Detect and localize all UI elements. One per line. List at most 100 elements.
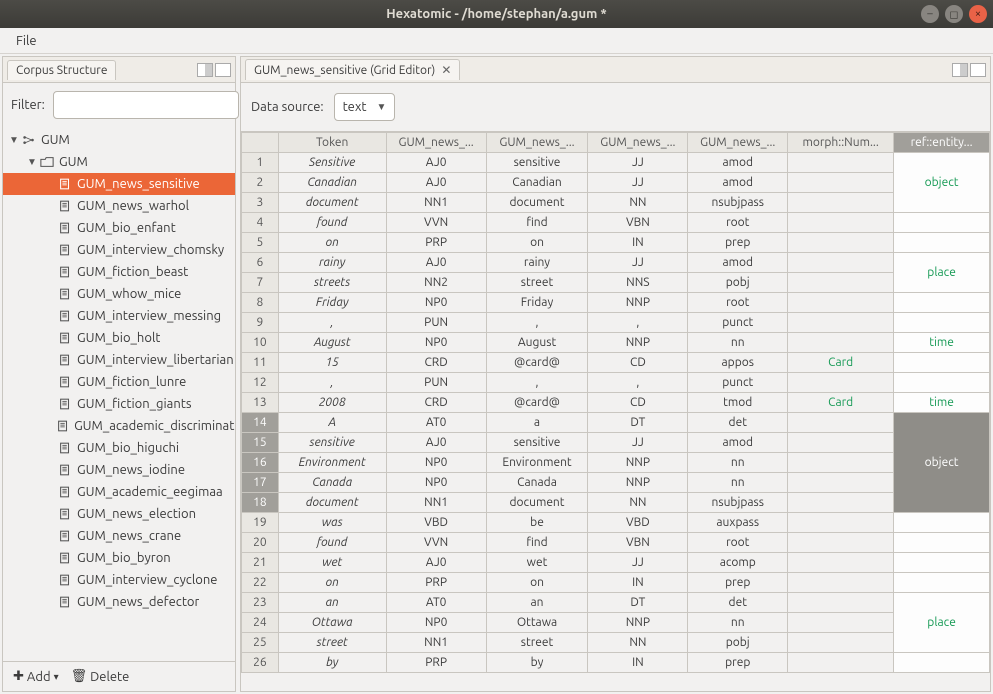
cell[interactable]: nsubjpass [688,193,788,213]
cell-morph[interactable] [788,233,894,253]
tree-item[interactable]: GUM_interview_chomsky [3,239,235,261]
tree-item[interactable]: GUM_news_election [3,503,235,525]
cell[interactable]: NP0 [386,293,486,313]
row-number[interactable]: 14 [242,413,279,433]
cell-token[interactable]: , [278,373,386,393]
cell-token[interactable]: found [278,533,386,553]
minimize-view-icon[interactable] [952,63,968,77]
cell[interactable]: pobj [688,273,788,293]
cell[interactable]: nsubjpass [688,493,788,513]
cell[interactable]: AT0 [386,413,486,433]
cell[interactable]: IN [588,653,688,673]
cell-morph[interactable] [788,193,894,213]
tree-item[interactable]: GUM_interview_cyclone [3,569,235,591]
cell-ref-span[interactable]: place [894,253,990,293]
cell-morph[interactable] [788,213,894,233]
cell[interactable]: rainy [486,253,588,273]
cell-morph[interactable] [788,433,894,453]
cell-ref-span[interactable]: place [894,593,990,653]
cell[interactable]: Ottawa [486,613,588,633]
cell[interactable]: VVN [386,533,486,553]
cell[interactable]: prep [688,653,788,673]
tree-item[interactable]: GUM_news_sensitive [3,173,235,195]
row-number[interactable]: 13 [242,393,279,413]
cell-morph[interactable] [788,473,894,493]
cell[interactable]: , [486,313,588,333]
row-number[interactable]: 25 [242,633,279,653]
cell[interactable]: Canadian [486,173,588,193]
cell[interactable]: Friday [486,293,588,313]
cell-token[interactable]: 2008 [278,393,386,413]
cell[interactable]: document [486,493,588,513]
cell-token[interactable]: Sensitive [278,153,386,173]
window-minimize-button[interactable]: – [921,5,939,23]
cell[interactable]: NNP [588,293,688,313]
cell-token[interactable]: was [278,513,386,533]
cell[interactable]: punct [688,313,788,333]
cell-token[interactable]: rainy [278,253,386,273]
cell-token[interactable]: sensitive [278,433,386,453]
tree-item[interactable]: GUM_bio_holt [3,327,235,349]
cell[interactable]: IN [588,233,688,253]
cell-morph[interactable]: Card [788,353,894,373]
cell[interactable]: acomp [688,553,788,573]
cell-morph[interactable]: Card [788,393,894,413]
tree-item[interactable]: GUM_interview_messing [3,305,235,327]
cell[interactable]: , [588,313,688,333]
row-number[interactable]: 11 [242,353,279,373]
cell[interactable]: PUN [386,313,486,333]
cell[interactable]: AJ0 [386,433,486,453]
tree-item[interactable]: GUM_interview_libertarian [3,349,235,371]
cell[interactable]: NN2 [386,273,486,293]
row-number[interactable]: 4 [242,213,279,233]
cell[interactable]: amod [688,433,788,453]
expand-toggle-icon[interactable]: ▼ [25,156,39,168]
cell[interactable]: VBD [588,513,688,533]
tree-item[interactable]: GUM_news_crane [3,525,235,547]
cell[interactable]: by [486,653,588,673]
cell-morph[interactable] [788,153,894,173]
tree-item[interactable]: ▼GUM [3,129,235,151]
row-number[interactable]: 12 [242,373,279,393]
cell-token[interactable]: A [278,413,386,433]
cell[interactable]: JJ [588,173,688,193]
cell-ref-span[interactable]: object [894,153,990,213]
cell[interactable]: punct [688,373,788,393]
cell-morph[interactable] [788,293,894,313]
cell[interactable]: NN [588,493,688,513]
cell[interactable]: JJ [588,553,688,573]
cell[interactable]: auxpass [688,513,788,533]
tree-item[interactable]: GUM_whow_mice [3,283,235,305]
cell[interactable]: JJ [588,433,688,453]
cell[interactable]: PRP [386,653,486,673]
tree-item[interactable]: GUM_fiction_lunre [3,371,235,393]
row-number[interactable]: 18 [242,493,279,513]
row-number[interactable]: 8 [242,293,279,313]
cell-token[interactable]: Friday [278,293,386,313]
delete-button[interactable]: 🗑 Delete [67,667,134,686]
cell[interactable]: pobj [688,633,788,653]
cell[interactable]: Canada [486,473,588,493]
row-number[interactable]: 5 [242,233,279,253]
cell[interactable]: nn [688,473,788,493]
cell-morph[interactable] [788,373,894,393]
cell[interactable]: AJ0 [386,253,486,273]
cell[interactable]: NN1 [386,493,486,513]
cell-morph[interactable] [788,633,894,653]
tree-item[interactable]: GUM_academic_eegimaa [3,481,235,503]
window-maximize-button[interactable]: ◻ [945,5,963,23]
cell[interactable]: VBD [386,513,486,533]
cell-token[interactable]: Environment [278,453,386,473]
cell[interactable]: document [486,193,588,213]
cell[interactable]: NNP [588,333,688,353]
tree-item[interactable]: ▼GUM [3,151,235,173]
grid-editor-tab[interactable]: GUM_news_sensitive (Grid Editor) ✕ [245,59,460,80]
cell-token[interactable]: street [278,633,386,653]
cell[interactable]: nn [688,333,788,353]
row-number[interactable]: 17 [242,473,279,493]
cell-token[interactable]: streets [278,273,386,293]
cell-morph[interactable] [788,653,894,673]
cell[interactable]: prep [688,233,788,253]
cell-morph[interactable] [788,273,894,293]
cell-morph[interactable] [788,173,894,193]
